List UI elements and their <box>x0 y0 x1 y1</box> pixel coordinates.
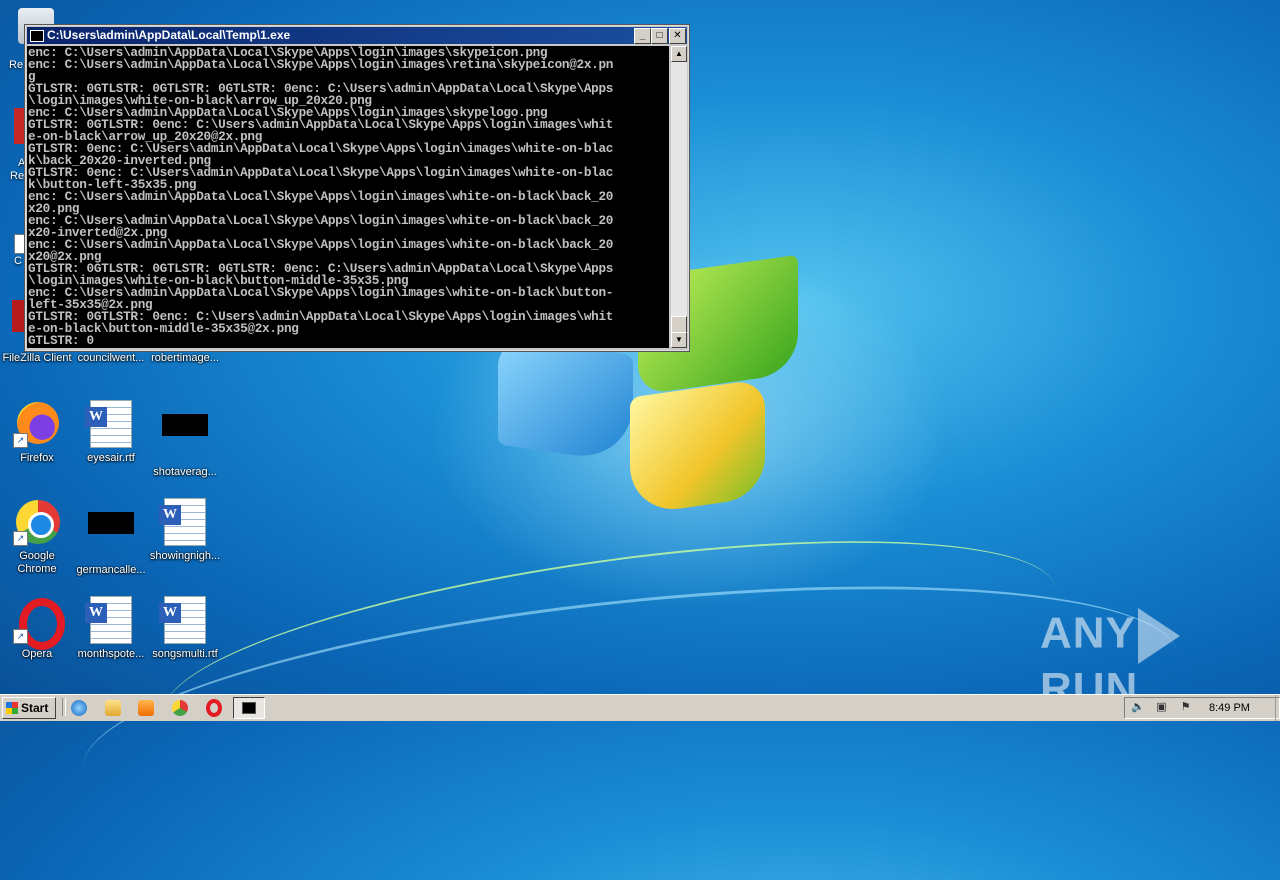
shortcut-arrow-icon: ↗ <box>13 629 28 644</box>
word-document-icon: W <box>85 400 135 448</box>
desktop-icon-label: germancalle... <box>76 564 146 576</box>
windows-logo-icon <box>6 702 18 714</box>
taskbar-separator <box>62 698 66 716</box>
play-icon <box>1137 608 1180 664</box>
partial-desktop-label: Re <box>10 170 25 182</box>
desktop-icon-rtf[interactable]: W monthspote... <box>74 596 148 661</box>
console-app-icon <box>242 702 256 714</box>
word-document-icon: W <box>159 596 209 644</box>
desktop-icon-chrome[interactable]: ↗ Google Chrome <box>0 498 74 576</box>
desktop-icon-rtf[interactable]: W eyesair.rtf <box>74 400 148 465</box>
taskbar-console-button[interactable] <box>233 697 265 719</box>
firefox-icon: ↗ <box>13 400 61 448</box>
action-center-flag-icon[interactable]: ⚑ <box>1179 701 1192 714</box>
start-button[interactable]: Start <box>2 697 56 719</box>
console-window[interactable]: C:\Users\admin\AppData\Local\Temp\1.exe … <box>24 24 690 352</box>
clock[interactable]: 8:49 PM <box>1209 698 1250 718</box>
scroll-down-arrow-icon[interactable]: ▼ <box>671 332 687 348</box>
desktop-icon-file[interactable]: germancalle... <box>74 498 148 577</box>
partial-desktop-label: Re <box>9 59 24 71</box>
media-player-icon[interactable] <box>138 700 154 716</box>
desktop-icon-opera[interactable]: ↗ Opera <box>0 596 74 661</box>
network-icon[interactable]: ▣ <box>1155 701 1168 714</box>
partial-desktop-label: C <box>14 255 22 267</box>
word-document-icon: W <box>159 498 209 546</box>
minimize-button[interactable]: _ <box>634 28 651 44</box>
taskbar: Start 🔈 ▣ ⚑ 8:49 PM <box>0 694 1280 721</box>
desktop-icon-label: Firefox <box>20 452 54 464</box>
volume-icon[interactable]: 🔈 <box>1131 701 1145 714</box>
console-output: enc: C:\Users\admin\AppData\Local\Skype\… <box>28 46 614 348</box>
desktop-icon-label: eyesair.rtf <box>87 452 135 464</box>
show-desktop-button[interactable] <box>1275 695 1280 721</box>
console-app-icon[interactable] <box>30 30 44 42</box>
scroll-up-arrow-icon[interactable]: ▲ <box>671 46 687 62</box>
shortcut-arrow-icon: ↗ <box>13 433 28 448</box>
chrome-icon[interactable] <box>172 700 188 716</box>
redacted-thumbnail-icon <box>87 512 135 560</box>
desktop-icon-label: councilwent... <box>77 352 145 364</box>
desktop-icon-label: showingnigh... <box>149 550 221 562</box>
shortcut-arrow-icon: ↗ <box>13 531 28 546</box>
system-tray: 🔈 ▣ ⚑ 8:49 PM <box>1124 697 1280 719</box>
desktop-icon-label: songsmulti.rtf <box>152 648 218 660</box>
desktop-icon-file[interactable]: councilwent... <box>74 352 148 365</box>
console-output-area[interactable]: enc: C:\Users\admin\AppData\Local\Skype\… <box>27 46 669 348</box>
desktop-icon-label: FileZilla Client <box>2 352 72 364</box>
maximize-button[interactable]: □ <box>651 28 668 44</box>
desktop-icon-file[interactable]: robertimage... <box>148 352 222 365</box>
desktop-icon-label: Opera <box>21 648 53 660</box>
opera-icon[interactable] <box>206 699 222 717</box>
word-document-icon: W <box>85 596 135 644</box>
window-title: C:\Users\admin\AppData\Local\Temp\1.exe <box>47 28 291 42</box>
desktop-icon-file[interactable]: shotaverag... <box>148 400 222 479</box>
chrome-icon: ↗ <box>13 498 61 546</box>
redacted-thumbnail-icon <box>161 414 209 462</box>
watermark-text: ANY <box>1040 608 1136 658</box>
console-titlebar[interactable]: C:\Users\admin\AppData\Local\Temp\1.exe … <box>27 27 687 44</box>
desktop-icon-firefox[interactable]: ↗ Firefox <box>0 400 74 465</box>
ie-icon[interactable] <box>71 700 87 716</box>
desktop-icon-filezilla[interactable]: FileZilla Client <box>0 352 74 365</box>
windows-logo-pane <box>498 336 633 464</box>
windows-logo-pane <box>630 378 765 516</box>
desktop-icon-rtf[interactable]: W songsmulti.rtf <box>148 596 222 661</box>
desktop-icon-label: monthspote... <box>77 648 145 660</box>
explorer-icon[interactable] <box>105 700 121 716</box>
desktop-icon-label: robertimage... <box>151 352 219 364</box>
opera-icon: ↗ <box>13 596 65 650</box>
close-button[interactable]: ✕ <box>669 28 686 44</box>
start-label: Start <box>21 701 49 715</box>
desktop-icon-label: Google Chrome <box>17 550 57 575</box>
desktop-icon-rtf[interactable]: W showingnigh... <box>148 498 222 563</box>
desktop-icon-label: shotaverag... <box>153 466 217 478</box>
vertical-scrollbar[interactable]: ▲ ▼ <box>671 46 687 348</box>
